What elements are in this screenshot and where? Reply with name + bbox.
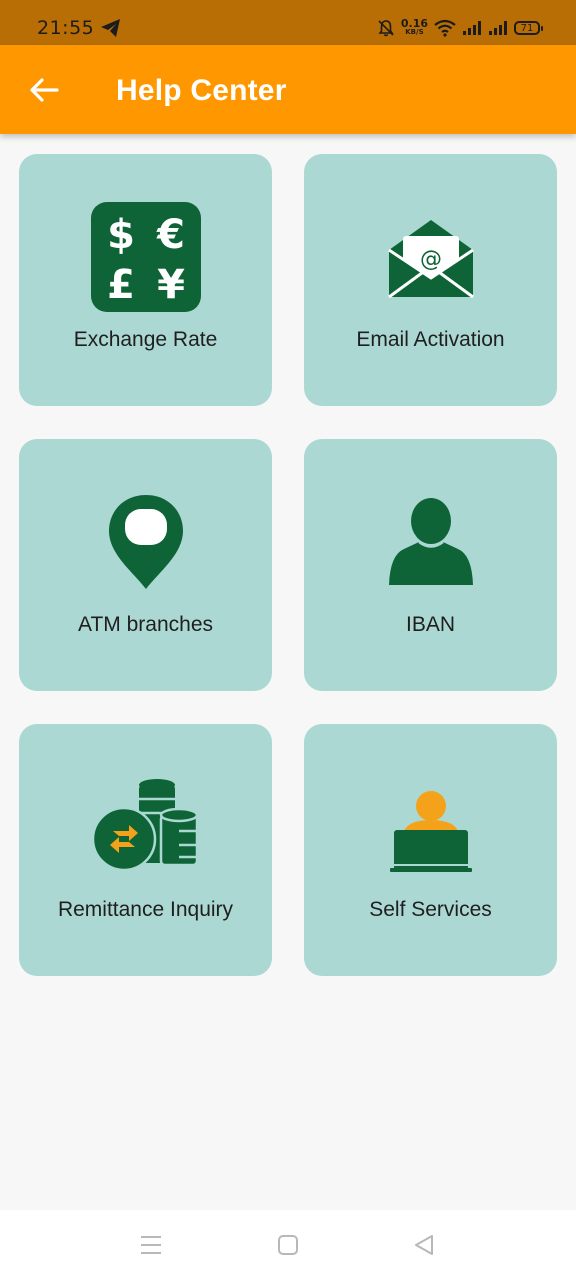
iban-card[interactable]: IBAN xyxy=(304,439,557,691)
svg-text:¥: ¥ xyxy=(157,262,185,308)
card-label: Self Services xyxy=(369,898,492,921)
signal-icon xyxy=(463,21,481,35)
network-speed: 0.16 KB/S xyxy=(400,17,428,37)
triangle-back-icon xyxy=(415,1235,433,1255)
email-activation-card[interactable]: @ Email Activation xyxy=(304,154,557,406)
location-pin-icon xyxy=(91,487,201,597)
status-time: 21:55 xyxy=(37,17,95,39)
telegram-icon xyxy=(101,19,120,37)
status-bar: 21:55 0.16 KB/S 71 xyxy=(0,0,576,45)
app-bar: Help Center xyxy=(0,45,576,134)
status-icons: 0.16 KB/S 71 xyxy=(377,16,543,40)
laptop-user-icon xyxy=(376,772,486,882)
remittance-inquiry-card[interactable]: Remittance Inquiry xyxy=(19,724,272,976)
page-title: Help Center xyxy=(116,74,287,107)
system-nav-bar xyxy=(0,1210,576,1280)
recent-apps-button[interactable] xyxy=(138,1232,164,1258)
svg-text:$: $ xyxy=(107,212,135,258)
signal-icon-2 xyxy=(489,21,507,35)
wifi-icon xyxy=(434,19,456,37)
menu-icon xyxy=(141,1236,161,1254)
svg-text:£: £ xyxy=(107,262,135,308)
card-label: Email Activation xyxy=(356,328,505,351)
email-icon: @ xyxy=(376,202,486,312)
card-label: Exchange Rate xyxy=(73,328,218,351)
exchange-rate-card[interactable]: $ € £ ¥ Exchange Rate xyxy=(19,154,272,406)
back-nav-button[interactable] xyxy=(411,1232,437,1258)
home-button[interactable] xyxy=(275,1232,301,1258)
network-speed-value: 0.16 xyxy=(400,17,428,30)
currency-exchange-icon: $ € £ ¥ xyxy=(90,202,201,312)
atm-branches-card[interactable]: ATM branches xyxy=(19,439,272,691)
square-icon xyxy=(278,1235,298,1255)
battery-indicator: 71 xyxy=(514,21,543,35)
card-label: ATM branches xyxy=(78,613,213,636)
self-services-card[interactable]: Self Services xyxy=(304,724,557,976)
network-speed-unit: KB/S xyxy=(405,28,424,36)
bell-muted-icon xyxy=(378,20,394,37)
back-button[interactable] xyxy=(22,68,66,112)
card-label: IBAN xyxy=(405,613,455,636)
person-icon xyxy=(376,487,486,597)
svg-text:€: € xyxy=(156,212,185,258)
card-label: Remittance Inquiry xyxy=(57,898,234,921)
arrow-left-icon xyxy=(30,78,59,102)
coins-transfer-icon xyxy=(91,772,201,882)
svg-text:@: @ xyxy=(420,247,442,272)
